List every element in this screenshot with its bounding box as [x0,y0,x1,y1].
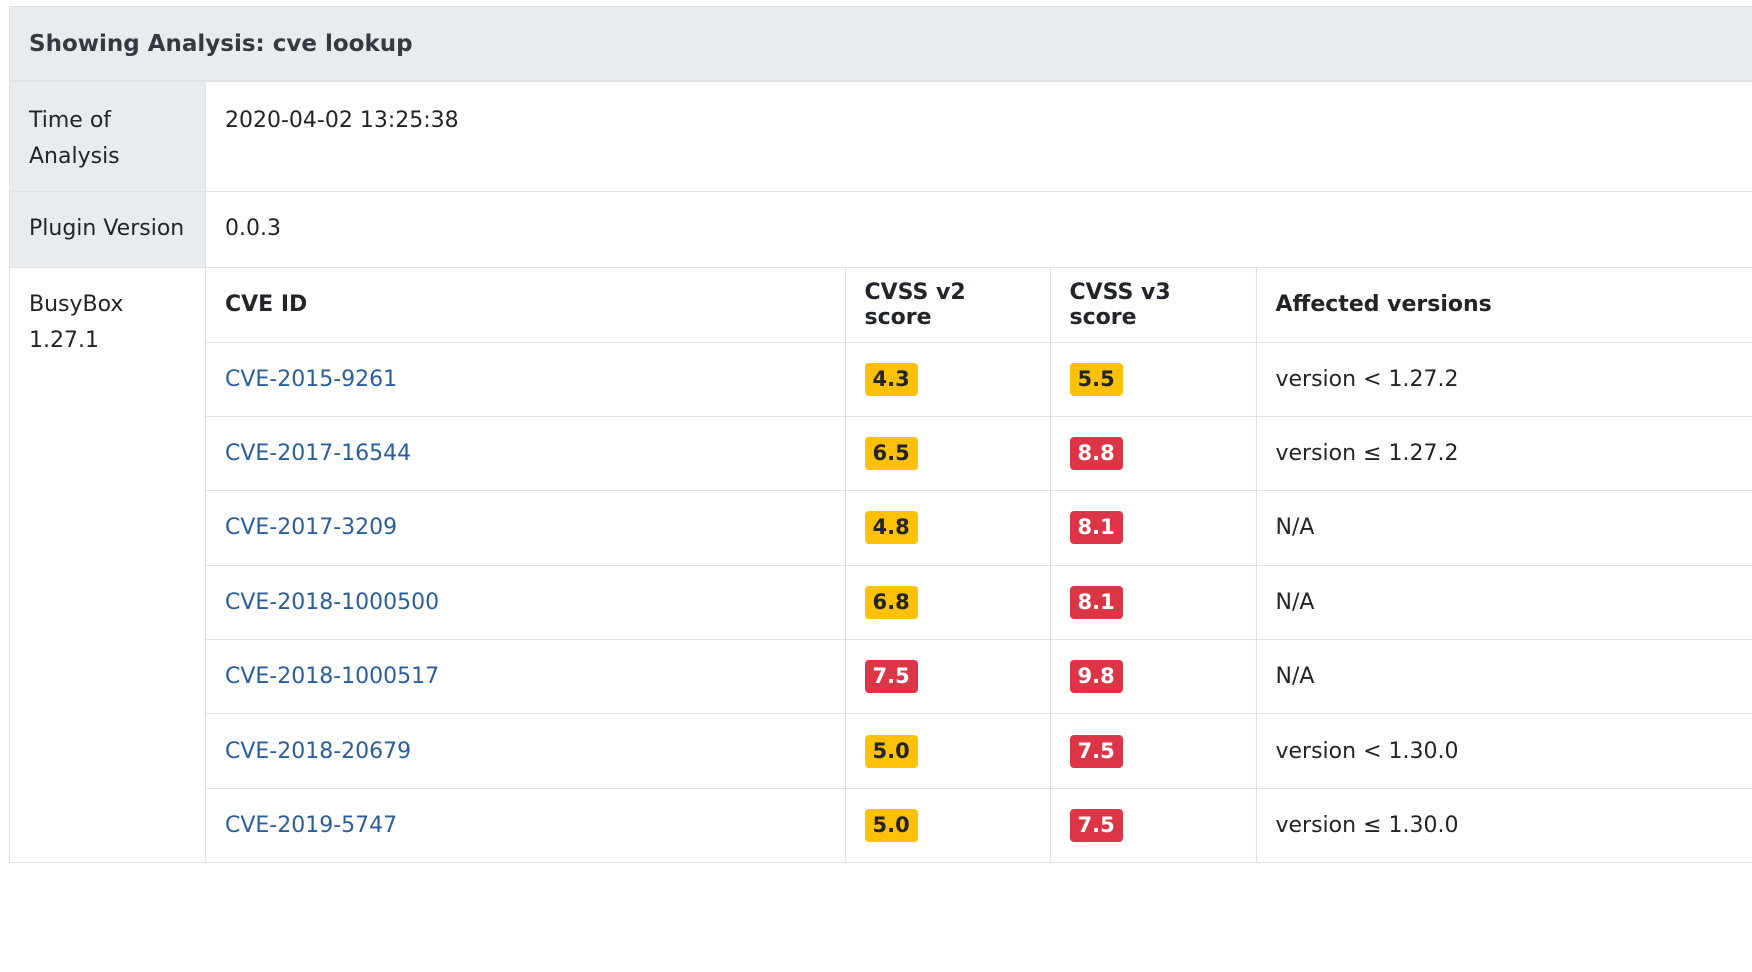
cve-link[interactable]: CVE-2017-3209 [225,515,397,540]
time-of-analysis-label: Time of Analysis [10,82,206,191]
affected-versions-cell: version ≤ 1.30.0 [1256,788,1752,863]
table-row: CVE-2015-9261 4.3 5.5 version < 1.27.2 [206,342,1752,417]
plugin-version-row: Plugin Version 0.0.3 [10,192,1752,267]
cve-table: CVE ID CVSS v2 score CVSS v3 score Affec… [206,268,1752,863]
cve-id-cell: CVE-2018-20679 [206,713,846,789]
header-cvss-v3: CVSS v3 score [1050,268,1257,343]
cvss-v3-cell: 8.8 [1050,416,1257,492]
affected-versions-cell: version ≤ 1.27.2 [1256,416,1752,492]
cve-link[interactable]: CVE-2018-1000517 [225,664,439,689]
cve-link[interactable]: CVE-2017-16544 [225,441,411,466]
analysis-panel: Showing Analysis: cve lookup Time of Ana… [9,6,1752,863]
cvss-v2-cell: 5.0 [845,713,1051,789]
cve-table-header-row: CVE ID CVSS v2 score CVSS v3 score Affec… [206,268,1752,343]
cve-link[interactable]: CVE-2018-20679 [225,739,411,764]
cve-id-cell: CVE-2019-5747 [206,788,846,863]
cvss-v3-badge: 8.1 [1069,511,1123,545]
table-row: CVE-2018-1000500 6.8 8.1 N/A [206,565,1752,641]
cvss-v2-cell: 4.3 [845,342,1051,417]
cvss-v3-badge: 5.5 [1069,362,1123,396]
cvss-v3-cell: 8.1 [1050,490,1257,566]
header-cve-id: CVE ID [206,268,846,343]
cvss-v2-badge: 6.8 [864,585,918,619]
component-name: BusyBox 1.27.1 [10,268,206,862]
affected-versions-cell: N/A [1256,565,1752,641]
cvss-v3-cell: 9.8 [1050,639,1257,715]
cvss-v2-badge: 6.5 [864,437,918,471]
table-row: CVE-2018-20679 5.0 7.5 version < 1.30.0 [206,713,1752,789]
analysis-header: Showing Analysis: cve lookup [10,7,1752,82]
cve-id-cell: CVE-2018-1000517 [206,639,846,715]
table-row: CVE-2017-16544 6.5 8.8 version ≤ 1.27.2 [206,416,1752,492]
cvss-v2-badge: 4.8 [864,511,918,545]
cve-link[interactable]: CVE-2018-1000500 [225,590,439,615]
cve-id-cell: CVE-2017-3209 [206,490,846,566]
table-row: CVE-2019-5747 5.0 7.5 version ≤ 1.30.0 [206,788,1752,863]
cvss-v2-badge: 5.0 [864,809,918,843]
plugin-version-label: Plugin Version [10,192,206,267]
cve-id-cell: CVE-2015-9261 [206,342,846,417]
table-row: CVE-2018-1000517 7.5 9.8 N/A [206,639,1752,715]
cvss-v3-badge: 8.1 [1069,585,1123,619]
cvss-v2-badge: 5.0 [864,734,918,768]
component-cve-row: BusyBox 1.27.1 CVE ID CVSS v2 score CVSS… [10,267,1752,863]
cvss-v3-cell: 8.1 [1050,565,1257,641]
cvss-v3-cell: 7.5 [1050,713,1257,789]
header-affected-versions: Affected versions [1256,268,1752,343]
cve-id-cell: CVE-2018-1000500 [206,565,846,641]
cvss-v3-badge: 7.5 [1069,809,1123,843]
affected-versions-cell: N/A [1256,490,1752,566]
cvss-v2-cell: 4.8 [845,490,1051,566]
cvss-v3-badge: 9.8 [1069,660,1123,694]
cvss-v2-cell: 6.5 [845,416,1051,492]
header-cvss-v2: CVSS v2 score [845,268,1051,343]
cve-table-body: CVE-2015-9261 4.3 5.5 version < 1.27.2 CVE-2… [206,342,1752,863]
cvss-v2-cell: 6.8 [845,565,1051,641]
time-of-analysis-row: Time of Analysis 2020-04-02 13:25:38 [10,82,1752,192]
table-row: CVE-2017-3209 4.8 8.1 N/A [206,490,1752,566]
cvss-v2-badge: 4.3 [864,362,918,396]
cve-id-cell: CVE-2017-16544 [206,416,846,492]
time-of-analysis-value: 2020-04-02 13:25:38 [225,108,459,133]
cvss-v3-badge: 8.8 [1069,437,1123,471]
cve-link[interactable]: CVE-2019-5747 [225,813,397,838]
plugin-version-value: 0.0.3 [225,216,281,241]
affected-versions-cell: version < 1.30.0 [1256,713,1752,789]
cvss-v2-badge: 7.5 [864,660,918,694]
cvss-v3-cell: 5.5 [1050,342,1257,417]
affected-versions-cell: version < 1.27.2 [1256,342,1752,417]
cvss-v2-cell: 5.0 [845,788,1051,863]
cvss-v2-cell: 7.5 [845,639,1051,715]
cve-link[interactable]: CVE-2015-9261 [225,367,397,392]
cvss-v3-cell: 7.5 [1050,788,1257,863]
affected-versions-cell: N/A [1256,639,1752,715]
cvss-v3-badge: 7.5 [1069,734,1123,768]
